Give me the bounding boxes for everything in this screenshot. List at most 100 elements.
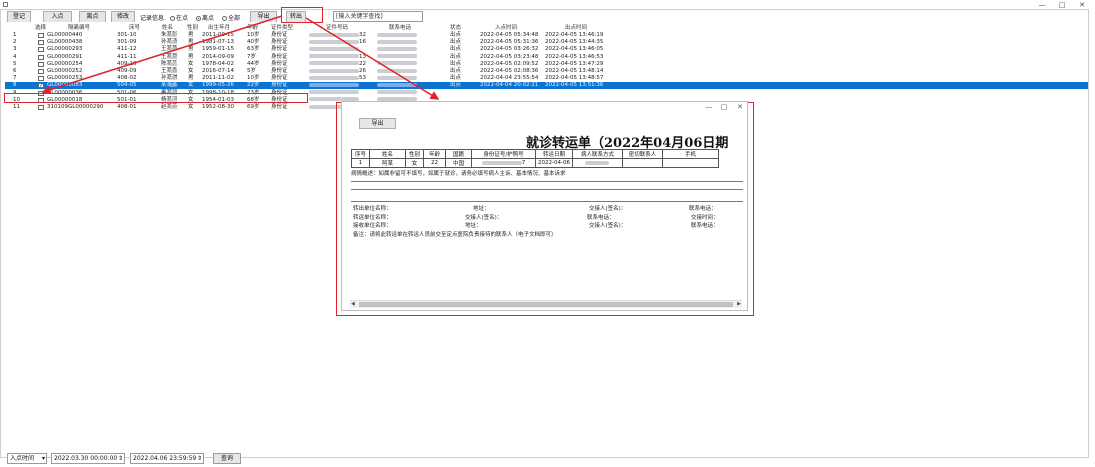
cell-idno: 22 <box>309 61 366 68</box>
radio-left-point[interactable]: 离点 <box>196 13 214 22</box>
table-row[interactable]: 8GL00000083504-05某某某女1999-05-2622岁身份证出点2… <box>5 82 1088 90</box>
th-date: 转运日期 <box>535 149 573 159</box>
cell-age: 63岁 <box>247 46 260 53</box>
th-mobile: 手机 <box>661 149 719 159</box>
col-id: 隔离编号 <box>68 25 91 31</box>
record-info-label[interactable]: 记录信息 <box>140 13 164 22</box>
cell-out: 2022-04-05 13:47:29 <box>545 60 604 67</box>
scroll-thumb[interactable] <box>359 302 733 307</box>
col-in-time: 入点时间 <box>495 25 518 31</box>
redaction-mark <box>169 76 177 81</box>
cell-room: 301-09 <box>117 39 137 46</box>
th-nation: 国籍 <box>445 149 472 159</box>
cell-age: 10岁 <box>247 32 260 38</box>
time-type-select[interactable]: 入点时间 ▾ <box>7 453 47 464</box>
cell-sex: 女 <box>188 68 194 74</box>
redaction-mark <box>169 54 177 59</box>
scroll-left-icon[interactable]: ◀ <box>351 301 355 308</box>
popup-maximize-button[interactable]: □ <box>718 103 730 111</box>
cell-id: GL00000253 <box>47 75 83 82</box>
row-checkbox[interactable] <box>38 105 44 110</box>
search-input[interactable]: [输入关键字查找] <box>333 11 423 22</box>
th-age: 年龄 <box>423 149 446 159</box>
row-checkbox[interactable] <box>38 54 44 60</box>
cell-room: 504-05 <box>117 82 137 89</box>
row-checkbox[interactable] <box>38 61 44 67</box>
col-birth: 出生年月 <box>208 25 231 31</box>
redaction-mark <box>169 47 177 52</box>
popup-titlebar: — □ ✕ <box>342 102 747 114</box>
scroll-right-icon[interactable]: ▶ <box>737 301 741 308</box>
popup-minimize-button[interactable]: — <box>703 103 715 111</box>
transfer-form-window: — □ ✕ 导出 就诊转运单（2022年04月06日期 序号 姓名 性别 年龄 … <box>341 101 748 311</box>
cell-no: 7 <box>13 75 17 82</box>
cell-idtype: 身份证 <box>271 60 288 67</box>
row-checkbox[interactable] <box>38 82 44 89</box>
query-bar: 入点时间 ▾ 2022.03.30 00:00:00 ⇕ 2022.04.06 23… <box>0 450 1095 467</box>
radio-all[interactable]: 全部 <box>222 13 240 22</box>
radio-in-point[interactable]: 在点 <box>170 13 188 22</box>
to-datetime-input[interactable]: 2022.04.06 23:59:59 ⇕ <box>130 453 204 464</box>
th-name: 姓名 <box>369 149 406 159</box>
cell-room: 408-02 <box>117 75 137 82</box>
cell-birth: 2011-11-02 <box>202 75 234 82</box>
cell-age: 69岁 <box>247 104 260 110</box>
cell-room: 411-11 <box>117 53 137 60</box>
popup-export-button[interactable]: 导出 <box>359 118 396 129</box>
row-checkbox[interactable] <box>38 33 44 38</box>
td-age: 22 <box>423 158 446 168</box>
cell-status: 出点 <box>450 32 462 38</box>
row-checkbox[interactable] <box>38 40 44 46</box>
table-row[interactable]: 5GL00000254409-10陈某芝女1978-04-0244岁身份证出点2… <box>5 61 1088 68</box>
cell-no: 8 <box>13 82 17 89</box>
cell-id: GL00000438 <box>47 39 83 46</box>
cell-birth: 2014-09-09 <box>202 53 234 60</box>
cell-id: GL00000254 <box>47 60 83 67</box>
td-nation: 中国 <box>445 158 472 168</box>
cell-phone <box>377 39 417 46</box>
cell-out: 2022-04-05 13:46:53 <box>545 53 604 60</box>
cell-phone <box>377 32 417 39</box>
spin-icon: ⇕ <box>117 455 123 462</box>
td-name: 阿某 <box>369 158 406 168</box>
cell-out: 2022-04-05 13:44:35 <box>545 39 604 46</box>
row-checkbox[interactable] <box>38 69 44 74</box>
cell-birth: 1952-08-30 <box>202 104 234 110</box>
cell-idno: 53 <box>309 75 366 82</box>
td-date: 2022-04-06 <box>535 158 573 168</box>
cell-birth: 1978-04-02 <box>202 60 234 67</box>
th-sex: 性别 <box>405 149 424 159</box>
cell-age: 44岁 <box>247 60 260 67</box>
cell-no: 3 <box>13 46 17 53</box>
cell-in: 2022-04-05 02:09:52 <box>480 60 539 67</box>
divider <box>351 201 743 202</box>
cell-out: 2022-04-05 13:48:57 <box>545 75 604 82</box>
table-row[interactable]: 6GL00000252409-09王某鑫女2016-07-145岁身份证出点20… <box>5 68 1088 75</box>
divider <box>351 189 743 190</box>
cell-phone <box>377 54 417 61</box>
cell-idno <box>309 90 359 97</box>
col-select: 选择 <box>35 25 47 31</box>
table-row[interactable]: 1GL00000440301-10朱某彭男2011-09-1510岁身份证出点2… <box>5 32 1088 39</box>
condition-summary: 病情概述：如属非留可不填写，如属于就诊，请务必填写病人主诉、基本情况、基本诉求 <box>351 171 566 177</box>
col-status: 状态 <box>450 25 462 31</box>
cell-birth: 1959-01-15 <box>202 46 234 53</box>
col-phone: 联系电话 <box>389 25 412 31</box>
row-checkbox[interactable] <box>38 76 44 82</box>
cell-status: 出点 <box>450 53 462 60</box>
table-row[interactable]: 4GL00000291411-11王某豪男2014-09-097岁身份证出点20… <box>5 54 1088 61</box>
from-datetime-input[interactable]: 2022.03.30 00:00:00 ⇕ <box>51 453 125 464</box>
query-button[interactable]: 查询 <box>213 453 241 464</box>
cell-id: GL00000291 <box>47 53 83 60</box>
horizontal-scrollbar[interactable]: ◀ ▶ <box>350 300 742 308</box>
table-row[interactable]: 3GL00000293411-12王某燕男1959-01-1563岁身份证出点2… <box>5 46 1088 53</box>
app-icon <box>3 2 8 7</box>
cell-out: 2022-04-05 13:48:14 <box>545 68 604 74</box>
radio-icon <box>222 16 227 21</box>
col-room: 床号 <box>129 25 141 31</box>
row-checkbox[interactable] <box>38 47 44 53</box>
popup-close-button[interactable]: ✕ <box>734 103 746 111</box>
document-area: 序号 姓名 性别 年龄 国籍 身份证号/护照号 转运日期 病人联系方式 密切联系… <box>351 149 749 299</box>
th-contact: 病人联系方式 <box>571 149 623 159</box>
cell-sex: 男 <box>188 53 194 60</box>
